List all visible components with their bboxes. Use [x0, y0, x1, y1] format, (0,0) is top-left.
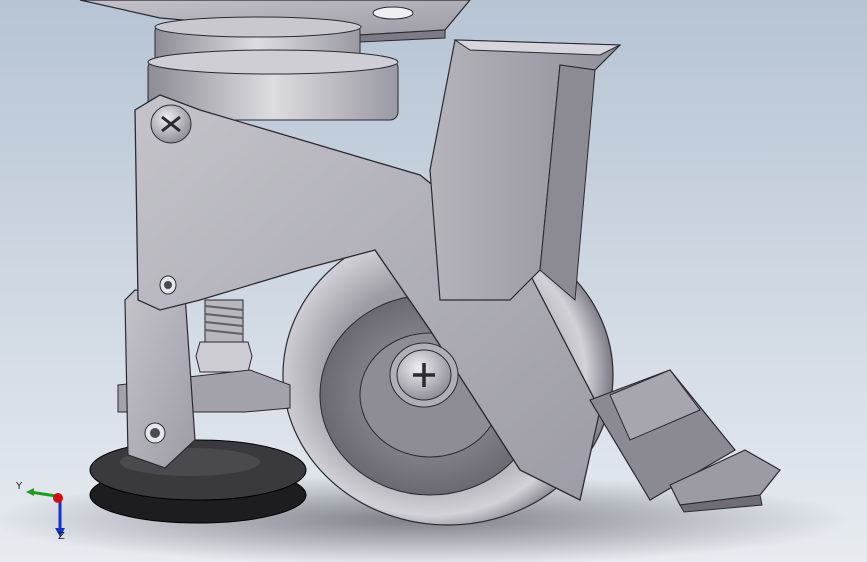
left-linkage-arm	[124, 289, 196, 469]
triad-y-label: Y	[16, 481, 23, 492]
triad-origin	[53, 493, 63, 503]
phillips-screw-top	[150, 104, 192, 144]
plate-bolt-hole	[372, 6, 414, 20]
phillips-screw-axle	[389, 342, 459, 408]
leveling-foot	[89, 439, 307, 524]
caster-model-render[interactable]	[0, 0, 867, 562]
hex-nut	[195, 341, 253, 373]
cad-viewport[interactable]: Y Z	[0, 0, 867, 562]
triad-z-label: Z	[58, 531, 65, 542]
